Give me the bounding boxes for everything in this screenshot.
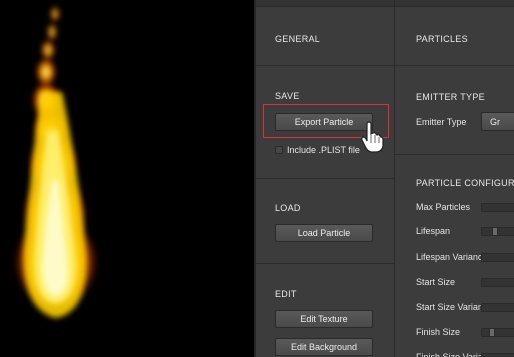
property-slider[interactable] <box>481 253 514 262</box>
particles-section-title: PARTICLES <box>416 34 468 44</box>
property-slider[interactable] <box>481 203 514 212</box>
edit-texture-button[interactable]: Edit Texture <box>275 310 373 328</box>
panel-top-strip <box>395 0 514 7</box>
section-divider <box>256 263 394 264</box>
property-slider[interactable] <box>481 353 514 357</box>
section-divider <box>395 65 514 66</box>
particle-preview-canvas[interactable] <box>0 0 254 357</box>
emitter-type-section-title: EMITTER TYPE <box>416 92 485 102</box>
particle-config-section-title: PARTICLE CONFIGURATI <box>416 178 514 188</box>
particles-panel: PARTICLES EMITTER TYPE Emitter Type Gr P… <box>395 0 514 357</box>
panel-top-strip <box>256 0 394 7</box>
property-slider[interactable] <box>481 303 514 312</box>
slider-thumb[interactable] <box>492 227 498 236</box>
section-divider <box>395 154 514 155</box>
section-divider <box>256 65 394 66</box>
general-section-title: GENERAL <box>275 34 321 44</box>
export-particle-button[interactable]: Export Particle <box>275 113 373 131</box>
property-label: Finish Size <box>416 327 461 337</box>
emitter-type-label: Emitter Type <box>416 117 467 127</box>
property-slider[interactable] <box>481 278 514 287</box>
property-slider[interactable] <box>481 328 514 337</box>
general-panel: GENERAL SAVE Export Particle Include .PL… <box>256 0 395 357</box>
flame-particle-preview <box>14 6 98 318</box>
property-label: Lifespan Variance <box>416 252 488 262</box>
section-divider <box>256 178 394 179</box>
property-label: Start Size <box>416 277 456 287</box>
save-section-title: SAVE <box>275 91 300 101</box>
emitter-type-select[interactable]: Gr <box>481 112 514 131</box>
property-label: Max Particles <box>416 202 471 212</box>
slider-thumb[interactable] <box>489 328 495 337</box>
include-plist-label: Include .PLIST file <box>287 145 360 155</box>
edit-background-button[interactable]: Edit Background <box>275 338 373 356</box>
hand-pointer-icon <box>360 121 384 160</box>
load-section-title: LOAD <box>275 203 301 213</box>
load-particle-button[interactable]: Load Particle <box>275 224 373 242</box>
property-label: Lifespan <box>416 226 451 236</box>
include-plist-checkbox[interactable] <box>275 146 283 154</box>
edit-section-title: EDIT <box>275 289 297 299</box>
property-slider[interactable] <box>481 227 514 236</box>
